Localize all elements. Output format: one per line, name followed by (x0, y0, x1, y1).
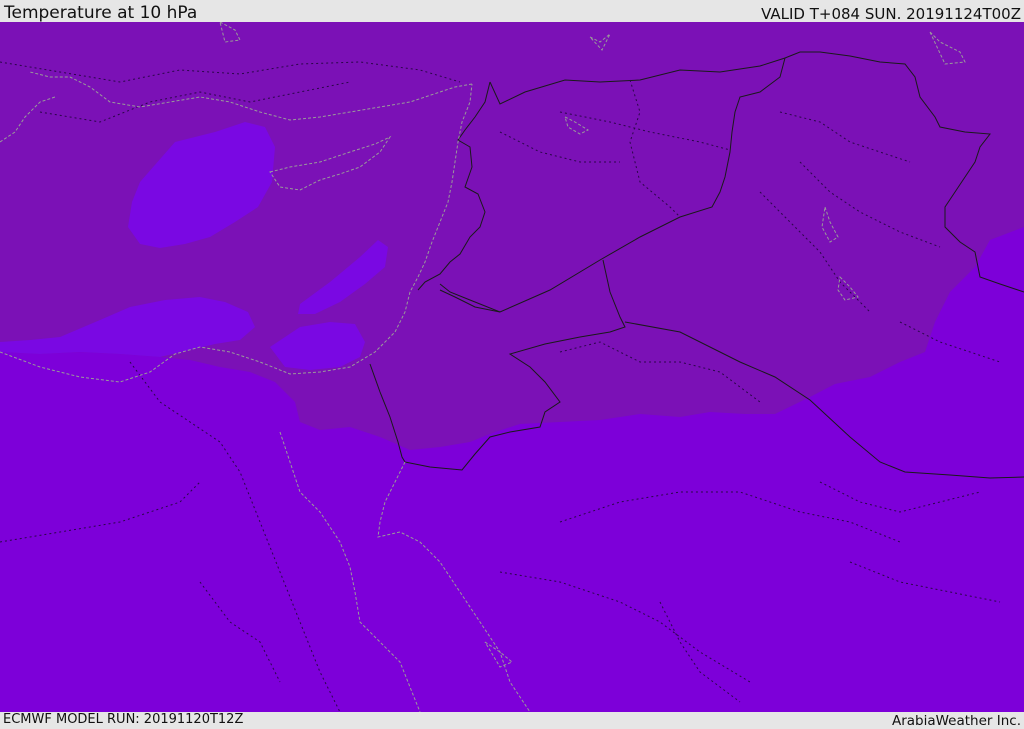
weather-map[interactable] (0, 22, 1024, 712)
credit-label: ArabiaWeather Inc. (891, 713, 1021, 729)
header-bar: Temperature at 10 hPa VALID T+084 SUN. 2… (0, 0, 1024, 23)
footer-bar: ECMWF MODEL RUN: 20191120T12Z ArabiaWeat… (0, 712, 1024, 729)
model-run-label: ECMWF MODEL RUN: 20191120T12Z (3, 712, 244, 727)
map-title: Temperature at 10 hPa (4, 3, 198, 23)
valid-time-label: VALID T+084 SUN. 20191124T00Z (761, 5, 1021, 23)
